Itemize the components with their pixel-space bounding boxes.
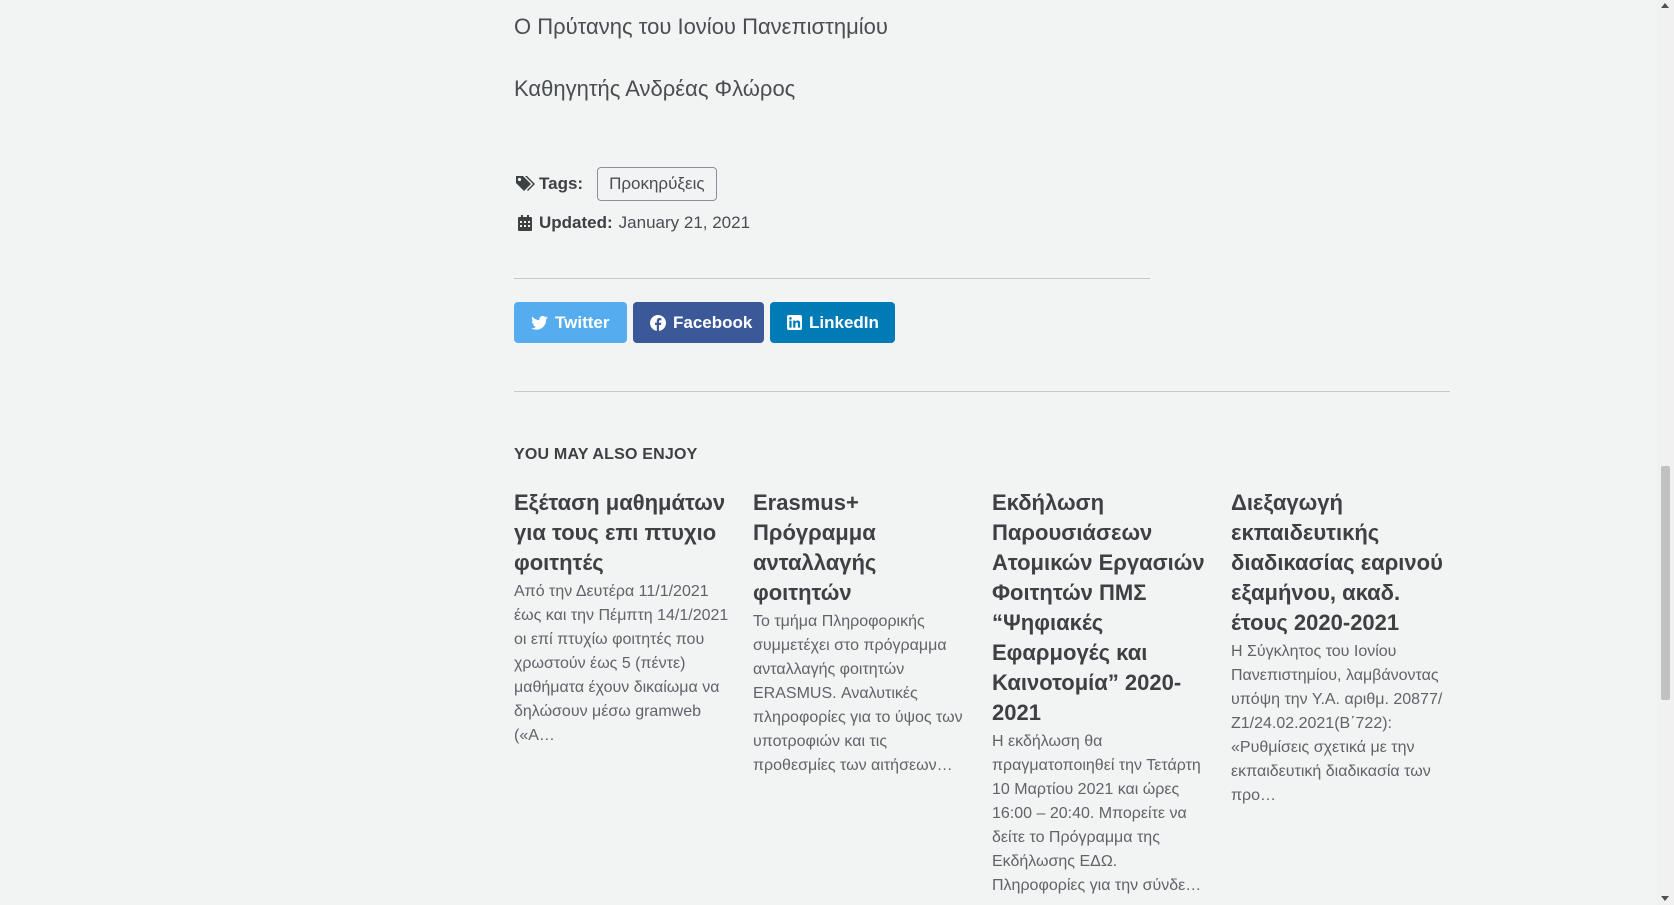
related-card-excerpt: Η Σύγκλητος του Ιονίου Πανεπιστημίου, λα…	[1231, 643, 1443, 804]
tags-label: Tags:	[539, 174, 584, 193]
vertical-scrollbar[interactable]	[1657, 0, 1674, 905]
signature-title: Ο Πρύτανης του Ιονίου Πανεπιστημίου	[514, 14, 888, 39]
related-card-title[interactable]: Erasmus+ Πρόγραμμα ανταλλαγής φοιτητών	[753, 488, 969, 608]
related-card-excerpt: Το τμήμα Πληροφορικής συμμετέχει στο πρό…	[753, 613, 963, 774]
scroll-up-arrow-icon[interactable]	[1661, 3, 1669, 8]
share-twitter-button[interactable]: Twitter	[514, 302, 627, 343]
linkedin-label: LinkedIn	[809, 312, 879, 332]
related-card-title[interactable]: Εξέταση μαθημάτων για τους επι πτυχιο φο…	[514, 488, 730, 578]
related-card-excerpt: Από την Δευτέρα 11/1/2021 έως και την Πέ…	[514, 583, 729, 744]
section-divider	[514, 391, 1450, 392]
facebook-icon	[650, 314, 666, 331]
related-heading: YOU MAY ALSO ENJOY	[514, 446, 698, 463]
updated-label: Updated:	[539, 213, 613, 232]
twitter-icon	[531, 315, 548, 330]
scroll-down-arrow-icon[interactable]	[1661, 896, 1669, 901]
related-card: Εξέταση μαθημάτων για τους επι πτυχιο φο…	[514, 488, 730, 898]
linkedin-icon	[787, 315, 802, 330]
tags-row: Tags: Προκηρύξεις	[514, 167, 717, 201]
related-card: Εκδήλωση Παρουσιάσεων Ατομικών Εργασιών …	[992, 488, 1208, 898]
facebook-label: Facebook	[673, 312, 753, 332]
calendar-icon	[514, 212, 536, 234]
related-card-title[interactable]: Διεξαγωγή εκπαιδευτικής διαδικασίας εαρι…	[1231, 488, 1447, 638]
scrollbar-thumb[interactable]	[1661, 466, 1670, 700]
related-card: Erasmus+ Πρόγραμμα ανταλλαγής φοιτητών Τ…	[753, 488, 969, 898]
updated-date: January 21, 2021	[618, 213, 751, 232]
signature-name: Καθηγητής Ανδρέας Φλώρος	[514, 76, 796, 101]
divider	[514, 278, 1150, 279]
share-linkedin-button[interactable]: LinkedIn	[770, 302, 895, 343]
related-card-title[interactable]: Εκδήλωση Παρουσιάσεων Ατομικών Εργασιών …	[992, 488, 1208, 728]
tags-icon	[514, 173, 536, 195]
related-card: Διεξαγωγή εκπαιδευτικής διαδικασίας εαρι…	[1231, 488, 1447, 898]
updated-row: Updated: January 21, 2021	[514, 212, 750, 234]
share-facebook-button[interactable]: Facebook	[633, 302, 764, 343]
twitter-label: Twitter	[555, 312, 610, 332]
related-posts: Εξέταση μαθημάτων για τους επι πτυχιο φο…	[514, 488, 1450, 898]
tag-link[interactable]: Προκηρύξεις	[597, 167, 717, 201]
share-buttons: Twitter Facebook LinkedIn	[514, 302, 895, 343]
related-card-excerpt: Η εκδήλωση θα πραγματοποιηθεί την Τετάρτ…	[992, 733, 1202, 894]
